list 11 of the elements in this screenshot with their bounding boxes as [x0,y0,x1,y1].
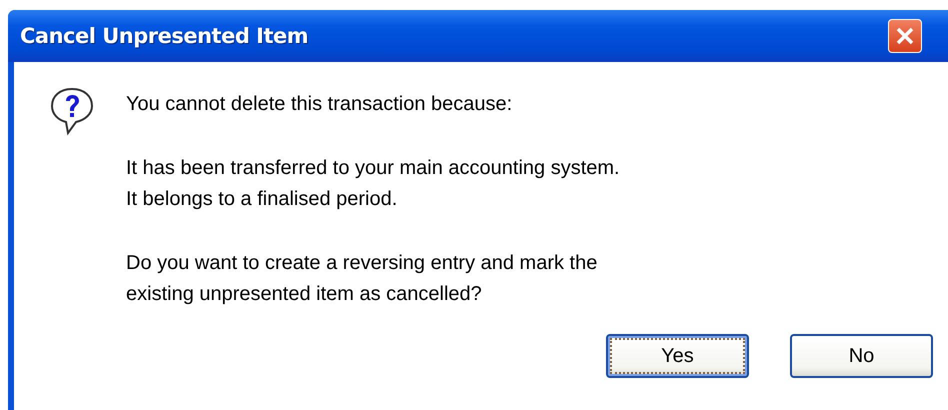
message-text: existing unpresented item as cancelled? [126,282,483,307]
dialog-button[interactable]: No [790,334,933,378]
window-title: Cancel Unpresented Item [20,24,310,48]
close-button[interactable] [888,19,922,53]
message-text: Do you want to create a reversing entry and mark the [126,251,598,276]
message-text: You cannot delete this transaction because: [126,92,514,117]
message-text: It has been transferred to your main accounting system. [126,156,620,181]
question-icon [48,86,96,136]
close-icon [894,25,916,47]
message-text: It belongs to a finalised period. [126,187,398,212]
dialog-button[interactable]: Yes [606,334,749,378]
